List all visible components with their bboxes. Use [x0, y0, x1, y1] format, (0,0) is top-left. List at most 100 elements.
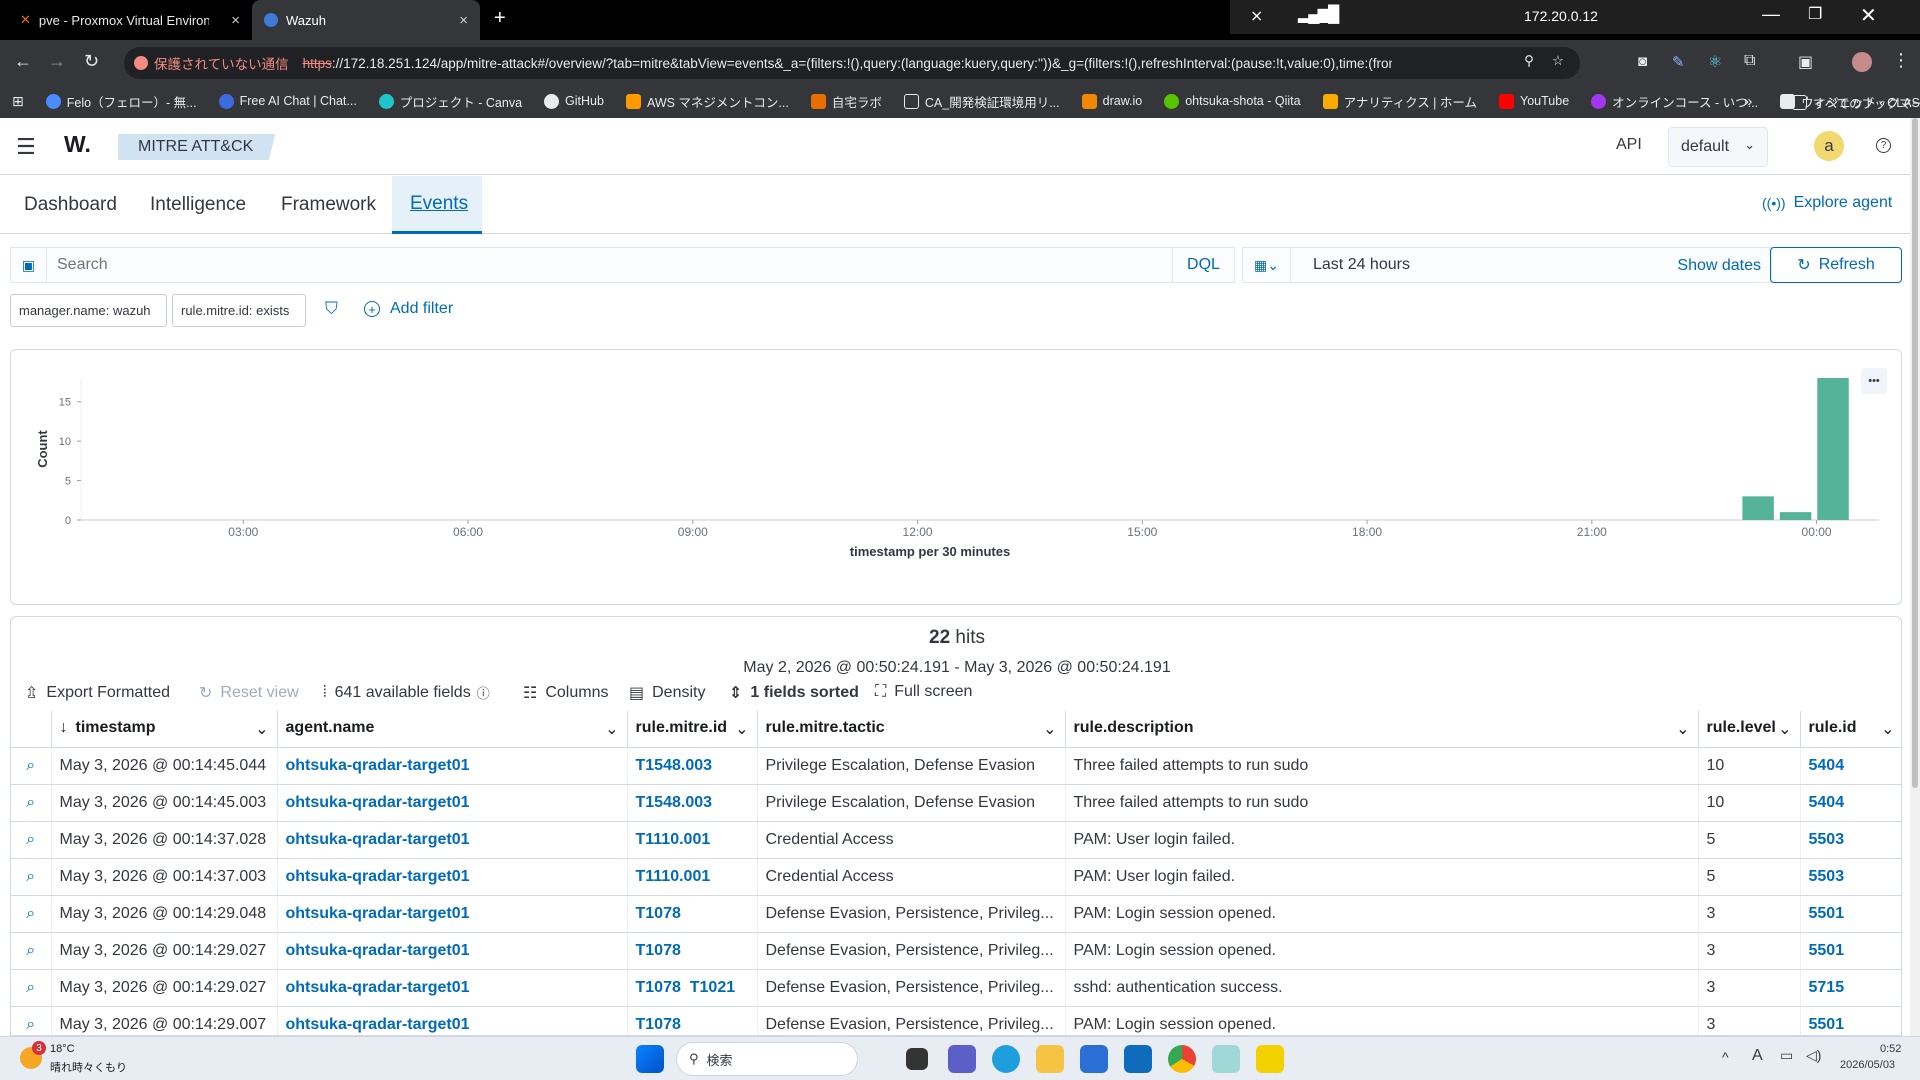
bookmark-item[interactable]: Felo（フェロー）- 無...: [45, 92, 197, 111]
text-app-icon[interactable]: [1256, 1045, 1284, 1073]
apps-icon[interactable]: ⊞: [12, 93, 24, 110]
refresh-button[interactable]: ↻ Refresh: [1770, 247, 1902, 283]
cell-agent-name[interactable]: ohtsuka-qradar-target01: [277, 784, 628, 822]
column-header-timestamp[interactable]: ↓ timestamp ⌄: [51, 711, 278, 748]
cell-agent-name[interactable]: ohtsuka-qradar-target01: [277, 932, 628, 970]
cell-rule-mitre-id[interactable]: T1548.003: [627, 747, 758, 785]
chevron-up-icon[interactable]: ^: [1722, 1049, 1729, 1065]
table-row[interactable]: ⌕ May 3, 2026 @ 00:14:29.007 ohtsuka-qrada…: [11, 1006, 1901, 1035]
tab-dashboard[interactable]: Dashboard: [6, 176, 135, 234]
edge-icon[interactable]: [992, 1045, 1020, 1073]
scrollbar-thumb[interactable]: [1912, 118, 1918, 788]
chevron-down-icon[interactable]: ⌄: [1043, 719, 1056, 739]
address-bar[interactable]: 保護されていない通信 https ://172.18.251.124/app/m…: [124, 47, 1580, 79]
cell-rule-id[interactable]: 5404: [1800, 784, 1901, 822]
security-label[interactable]: 保護されていない通信: [154, 53, 289, 73]
outlook-icon[interactable]: [1124, 1045, 1152, 1073]
filter-icon[interactable]: ⛉: [325, 299, 338, 319]
column-header-rule-level[interactable]: rule.level ⌄: [1698, 711, 1801, 748]
table-row[interactable]: ⌕ May 3, 2026 @ 00:14:45.003 ohtsuka-qrada…: [11, 784, 1901, 822]
wazuh-logo[interactable]: W.: [64, 131, 91, 158]
inspect-document-icon[interactable]: ⌕: [11, 858, 52, 896]
bookmark-item[interactable]: draw.io: [1081, 93, 1142, 109]
taskbar-search[interactable]: ⚲ 検索: [676, 1042, 858, 1076]
column-header-rule-mitre-tactic[interactable]: rule.mitre.tactic ⌄: [757, 711, 1066, 748]
column-header-rule-mitre-id[interactable]: rule.mitre.id ⌄: [627, 711, 758, 748]
inspect-document-icon[interactable]: ⌕: [11, 784, 52, 822]
menu-icon[interactable]: ⋮: [1892, 50, 1910, 71]
store-icon[interactable]: [1080, 1045, 1108, 1073]
pen-icon[interactable]: ✎: [1672, 53, 1685, 71]
chevron-down-icon[interactable]: ⌄: [1778, 719, 1791, 739]
taskview-icon[interactable]: [906, 1048, 928, 1070]
cell-rule-id[interactable]: 5503: [1800, 821, 1901, 859]
cell-agent-name[interactable]: ohtsuka-qradar-target01: [277, 969, 628, 1007]
tab-events[interactable]: Events: [392, 176, 482, 234]
breadcrumb[interactable]: MITRE ATT&CK: [118, 134, 276, 160]
bookmark-item[interactable]: ohtsuka-shota - Qiita: [1164, 93, 1301, 109]
table-row[interactable]: ⌕ May 3, 2026 @ 00:14:37.003 ohtsuka-qrada…: [11, 858, 1901, 896]
bookmarks-more[interactable]: »: [1744, 93, 1752, 110]
table-row[interactable]: ⌕ May 3, 2026 @ 00:14:29.027 ohtsuka-qrada…: [11, 969, 1901, 1007]
chevron-down-icon[interactable]: ⌄: [1676, 719, 1689, 739]
chevron-down-icon[interactable]: ⌄: [605, 719, 618, 739]
bookmark-item[interactable]: アナリティクス | ホーム: [1322, 92, 1477, 111]
cell-rule-id[interactable]: 5404: [1800, 747, 1901, 785]
table-row[interactable]: ⌕ May 3, 2026 @ 00:14:29.027 ohtsuka-qrada…: [11, 932, 1901, 970]
reset-view-button[interactable]: ↻ Reset view: [199, 683, 299, 703]
cell-rule-id[interactable]: 5501: [1800, 1006, 1901, 1035]
new-tab-button[interactable]: +: [494, 7, 506, 30]
date-range[interactable]: Last 24 hours: [1313, 256, 1410, 274]
tab-intelligence[interactable]: Intelligence: [132, 176, 264, 234]
cell-agent-name[interactable]: ohtsuka-qradar-target01: [277, 821, 628, 859]
inspect-document-icon[interactable]: ⌕: [11, 1006, 52, 1035]
cell-rule-mitre-id[interactable]: T1110.001: [627, 858, 758, 896]
chevron-down-icon[interactable]: ⌄: [735, 719, 748, 739]
table-row[interactable]: ⌕ May 3, 2026 @ 00:14:37.028 ohtsuka-qrada…: [11, 821, 1901, 859]
cell-rule-id[interactable]: 5715: [1800, 969, 1901, 1007]
reload-icon[interactable]: ↻: [84, 51, 99, 72]
search-input[interactable]: [57, 256, 1157, 274]
weather-temp[interactable]: 18°C: [50, 1043, 75, 1055]
cell-rule-mitre-id[interactable]: T1110.001: [627, 821, 758, 859]
start-icon[interactable]: [636, 1045, 664, 1073]
forward-icon[interactable]: →: [48, 51, 66, 72]
explorer-icon[interactable]: [1036, 1045, 1064, 1073]
saved-query-icon[interactable]: ▣: [11, 248, 47, 282]
api-select[interactable]: default ⌄: [1668, 127, 1768, 167]
cell-rule-mitre-id[interactable]: T1548.003: [627, 784, 758, 822]
column-header-agent-name[interactable]: agent.name ⌄: [277, 711, 628, 748]
close-icon[interactable]: ×: [231, 12, 240, 29]
cell-rule-id[interactable]: 5503: [1800, 858, 1901, 896]
inspect-document-icon[interactable]: ⌕: [11, 932, 52, 970]
cell-agent-name[interactable]: ohtsuka-qradar-target01: [277, 747, 628, 785]
extensions-icon[interactable]: ⧉: [1744, 52, 1755, 70]
browser-tab-proxmox[interactable]: ✕ pve - Proxmox Virtual Environm ×: [8, 0, 252, 40]
calendar-icon[interactable]: ▦⌄: [1243, 248, 1291, 282]
cell-agent-name[interactable]: ohtsuka-qradar-target01: [277, 895, 628, 933]
tab-search-icon[interactable]: ▣: [1798, 52, 1813, 72]
window-close-icon[interactable]: ✕: [1860, 3, 1877, 28]
volume-icon[interactable]: ◁): [1806, 1047, 1821, 1064]
inspect-document-icon[interactable]: ⌕: [11, 969, 52, 1007]
restore-icon[interactable]: ❐: [1808, 4, 1822, 24]
cell-rule-id[interactable]: 5501: [1800, 932, 1901, 970]
back-icon[interactable]: ←: [14, 51, 32, 72]
network-icon[interactable]: ▭: [1780, 1047, 1793, 1064]
table-row[interactable]: ⌕ May 3, 2026 @ 00:14:45.044 ohtsuka-qrada…: [11, 747, 1901, 785]
bookmark-item[interactable]: AWS マネジメントコン...: [625, 92, 789, 111]
help-icon[interactable]: ?: [1876, 138, 1891, 153]
hamburger-menu-icon[interactable]: ☰: [16, 134, 36, 160]
clock-time[interactable]: 0:52: [1880, 1043, 1901, 1055]
bookmark-item[interactable]: YouTube: [1499, 93, 1569, 109]
bookmark-item[interactable]: GitHub: [544, 93, 604, 109]
inspect-document-icon[interactable]: ⌕: [11, 895, 52, 933]
table-row[interactable]: ⌕ May 3, 2026 @ 00:14:29.048 ohtsuka-qrada…: [11, 895, 1901, 933]
cell-rule-mitre-id[interactable]: T1078: [627, 932, 758, 970]
ime-icon[interactable]: A: [1752, 1047, 1763, 1065]
sort-button[interactable]: ⇕ 1 fields sorted: [729, 683, 859, 703]
filter-pill[interactable]: manager.name: wazuh: [10, 294, 167, 327]
zoom-icon[interactable]: ⚲: [1524, 53, 1534, 69]
screenshot-icon[interactable]: ◙: [1638, 53, 1647, 70]
filter-pill[interactable]: rule.mitre.id: exists: [172, 294, 306, 327]
